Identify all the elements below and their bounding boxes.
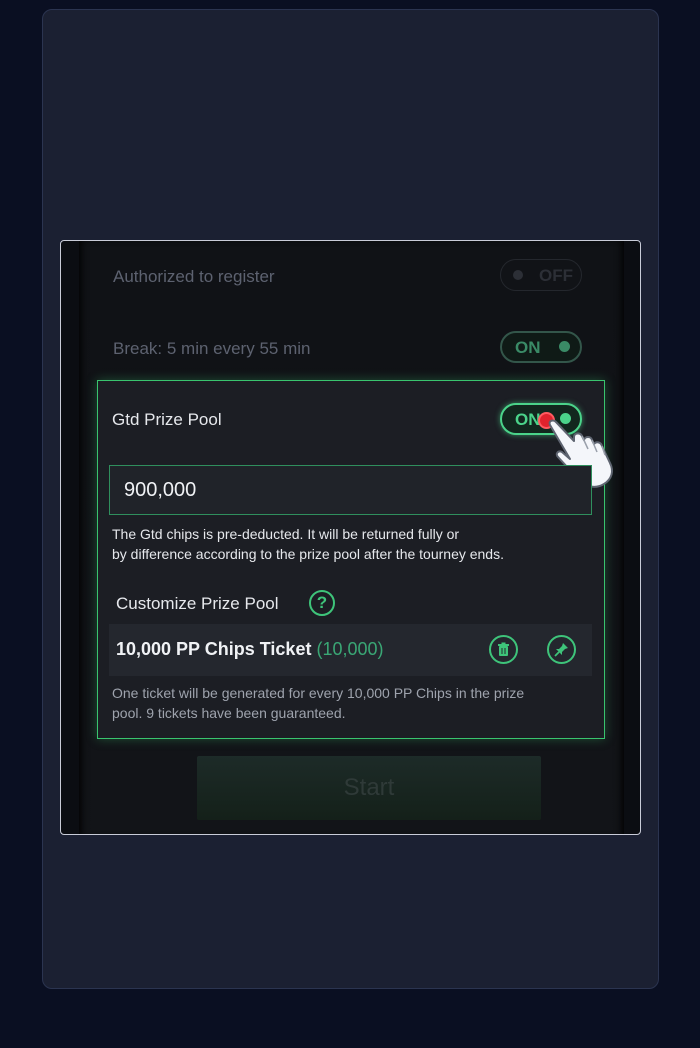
authorized-label: Authorized to register bbox=[113, 267, 275, 286]
gtd-description-line1: The Gtd chips is pre-deducted. It will b… bbox=[112, 526, 460, 542]
toggle-knob bbox=[559, 341, 570, 352]
gtd-description-line2: by difference according to the prize poo… bbox=[112, 546, 504, 562]
ticket-label: 10,000 PP Chips Ticket (10,000) bbox=[116, 639, 384, 660]
break-label: Break: 5 min every 55 min bbox=[113, 339, 311, 358]
authorized-toggle-text: OFF bbox=[539, 266, 573, 285]
toggle-knob bbox=[513, 270, 523, 280]
ticket-row: 10,000 PP Chips Ticket (10,000) bbox=[109, 624, 592, 676]
gtd-amount-input[interactable]: 900,000 bbox=[109, 465, 592, 515]
customize-prize-pool-title: Customize Prize Pool bbox=[116, 594, 279, 613]
gtd-prize-pool-section: Gtd Prize Pool ON 900,000 The Gtd chips … bbox=[97, 380, 613, 739]
gtd-description: The Gtd chips is pre-deducted. It will b… bbox=[112, 524, 592, 564]
delete-ticket-button[interactable] bbox=[489, 635, 518, 664]
edit-ticket-button[interactable] bbox=[547, 635, 576, 664]
authorized-row: Authorized to register OFF bbox=[79, 257, 624, 297]
start-button[interactable]: Start bbox=[197, 756, 541, 820]
authorized-toggle[interactable]: OFF bbox=[500, 259, 582, 291]
help-icon[interactable]: ? bbox=[309, 590, 335, 616]
edit-pin-icon bbox=[554, 643, 568, 657]
trash-icon bbox=[498, 642, 509, 656]
break-toggle-text: ON bbox=[515, 338, 541, 357]
ticket-name: 10,000 PP Chips Ticket bbox=[116, 639, 312, 659]
ticket-note-line2: pool. 9 tickets have been guaranteed. bbox=[112, 705, 346, 721]
break-toggle[interactable]: ON bbox=[500, 331, 582, 363]
gtd-prize-pool-title: Gtd Prize Pool bbox=[112, 410, 222, 429]
gtd-toggle-text: ON bbox=[515, 410, 541, 429]
ticket-amount: (10,000) bbox=[316, 639, 384, 659]
ticket-note: One ticket will be generated for every 1… bbox=[112, 683, 592, 723]
ticket-note-line1: One ticket will be generated for every 1… bbox=[112, 685, 525, 701]
break-row: Break: 5 min every 55 min ON bbox=[79, 329, 624, 369]
gtd-amount-value: 900,000 bbox=[124, 478, 197, 501]
